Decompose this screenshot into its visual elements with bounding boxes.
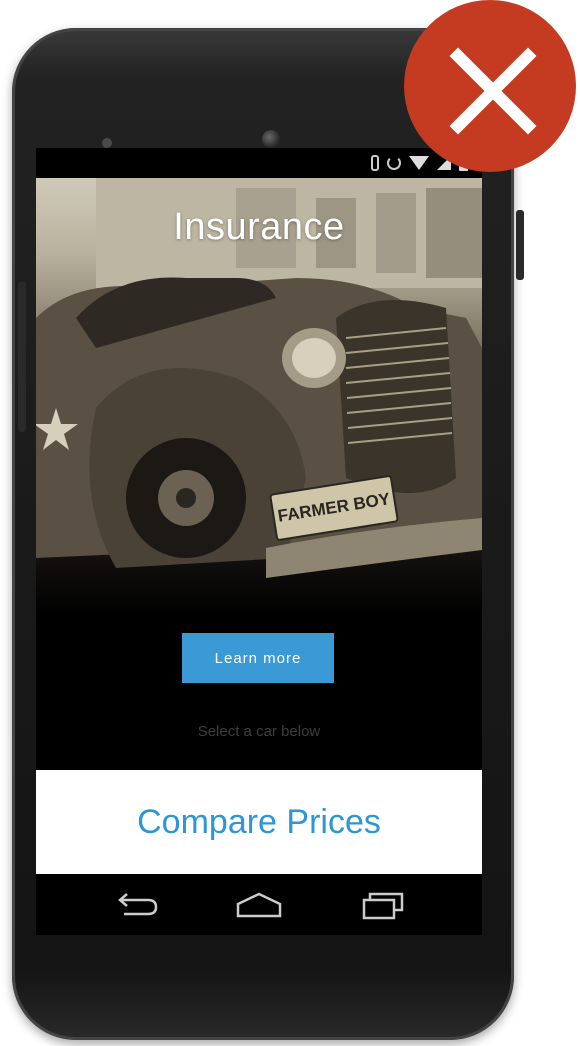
home-button[interactable]: [234, 890, 284, 920]
select-hint-text: Select a car below: [197, 723, 321, 740]
speaker-icon: [102, 138, 112, 148]
compare-prices-label: Compare Prices: [137, 802, 381, 841]
page-title: Insurance: [173, 206, 345, 248]
phone-screen: Insurance FARMER BOY Learn more Select a…: [36, 148, 482, 935]
camera-icon: [262, 130, 280, 148]
home-icon: [236, 892, 282, 918]
volume-button: [18, 282, 26, 432]
close-icon: [449, 47, 537, 135]
recents-icon: [362, 892, 404, 920]
learn-more-button[interactable]: Learn more: [182, 633, 334, 683]
back-button[interactable]: [110, 890, 160, 920]
back-icon: [118, 893, 158, 916]
power-button: [516, 210, 524, 280]
navigation-bar: [36, 874, 482, 935]
recents-button[interactable]: [358, 890, 408, 920]
rotation-icon: [387, 156, 401, 170]
compare-prices-panel[interactable]: Compare Prices: [36, 770, 482, 874]
hero-image: Insurance FARMER BOY: [36, 178, 482, 618]
close-badge[interactable]: [404, 0, 576, 190]
bluetooth-icon: [371, 155, 379, 171]
